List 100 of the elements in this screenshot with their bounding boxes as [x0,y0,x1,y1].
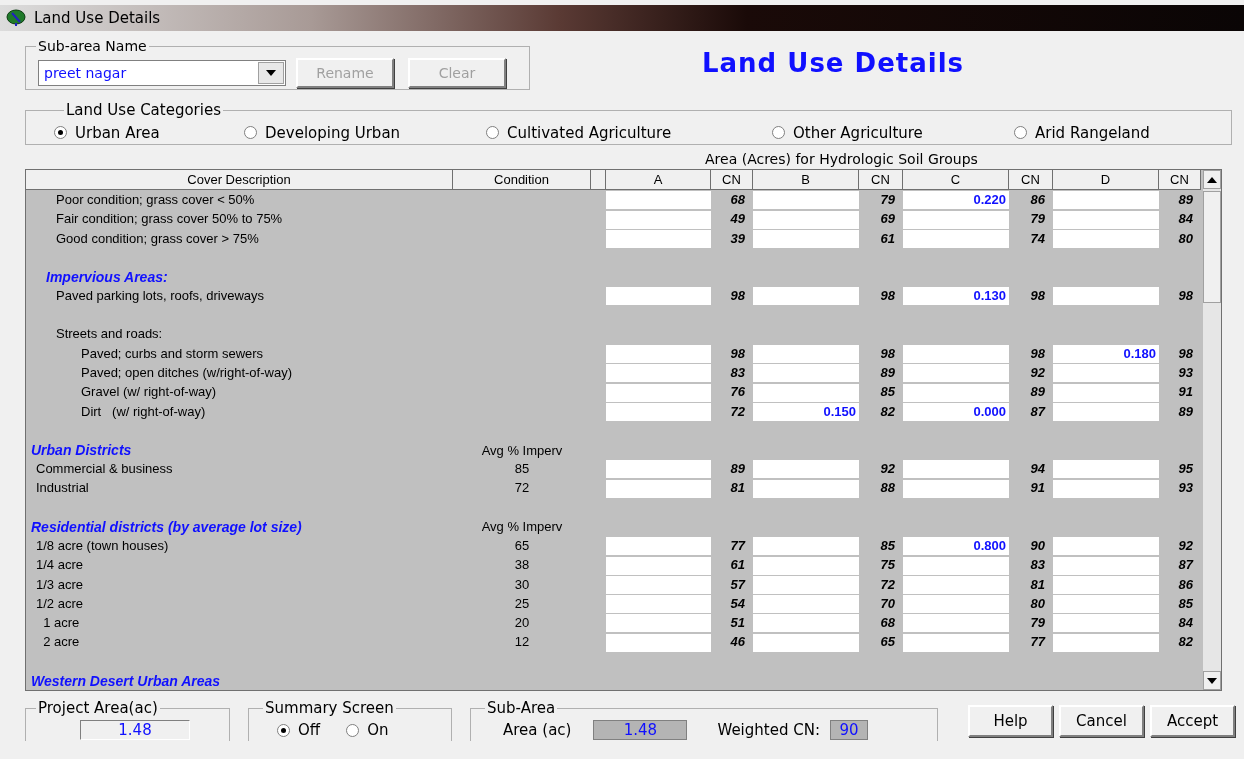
area-input[interactable] [753,287,859,306]
area-input[interactable] [606,364,711,383]
area-input[interactable] [606,595,711,614]
dialog-button[interactable]: Accept [1150,705,1235,737]
area-input[interactable] [606,210,711,229]
area-input[interactable] [606,633,711,652]
area-input[interactable]: 0.180 [1053,344,1159,363]
dialog-button[interactable]: Cancel [1059,705,1144,737]
area-input[interactable] [606,614,711,633]
cn-value: 49 [729,210,746,229]
condition-value: 72 [513,479,531,498]
radio-label[interactable]: Off [298,719,321,742]
area-input[interactable] [903,556,1009,575]
cn-value: 98 [1177,344,1194,363]
area-input[interactable]: 0.220 [903,191,1009,210]
area-input[interactable] [903,595,1009,614]
condition-value: Avg % Imperv [480,441,564,460]
radio-button[interactable] [346,723,360,737]
area-input[interactable] [903,229,1009,248]
area-input[interactable] [606,229,711,248]
area-input[interactable] [1053,595,1159,614]
area-input[interactable] [753,229,859,248]
scroll-down-icon[interactable] [1203,671,1221,690]
radio-button[interactable] [772,126,785,140]
scroll-up-icon[interactable] [1203,170,1221,189]
radio-label[interactable]: Cultivated Agriculture [507,121,672,144]
area-input[interactable] [1053,402,1159,421]
area-input[interactable] [1053,383,1159,402]
area-input[interactable] [903,364,1009,383]
area-input[interactable] [606,575,711,594]
area-input[interactable] [1053,287,1159,306]
area-input[interactable]: 0.150 [753,402,859,421]
area-input[interactable] [753,364,859,383]
area-input[interactable] [1053,364,1159,383]
area-input[interactable] [753,537,859,556]
area-input[interactable] [753,383,859,402]
radio-button[interactable] [244,126,257,140]
area-input[interactable] [903,575,1009,594]
area-input[interactable] [606,344,711,363]
area-input[interactable] [1053,229,1159,248]
cn-value: 89 [1177,402,1194,421]
cn-value: 68 [879,614,896,633]
radio-label[interactable]: Other Agriculture [793,121,923,144]
radio-label[interactable]: Urban Area [75,121,160,144]
section-heading: Residential districts (by average lot size) [30,517,303,537]
cn-value: 98 [729,287,746,306]
area-input[interactable] [903,614,1009,633]
column-header: D [1053,170,1159,189]
area-input[interactable] [903,460,1009,479]
area-input[interactable] [753,614,859,633]
area-input[interactable] [903,633,1009,652]
area-input[interactable] [1053,191,1159,210]
scroll-thumb[interactable] [1203,191,1221,303]
area-input[interactable] [903,344,1009,363]
area-input[interactable] [1053,460,1159,479]
area-input[interactable] [606,479,711,498]
area-input[interactable] [606,460,711,479]
area-input[interactable] [753,479,859,498]
cover-description: 2 acre [42,633,81,652]
radio-label[interactable]: Developing Urban [265,121,401,144]
area-input[interactable] [606,287,711,306]
area-input[interactable] [753,633,859,652]
radio-button[interactable] [54,126,67,140]
area-input[interactable] [753,460,859,479]
area-input[interactable] [606,191,711,210]
radio-label[interactable]: On [367,719,389,742]
area-input[interactable] [1053,210,1159,229]
area-input[interactable] [903,210,1009,229]
area-input[interactable] [753,556,859,575]
area-input[interactable] [1053,633,1159,652]
cn-value: 57 [729,575,747,594]
radio-label[interactable]: Arid Rangeland [1035,121,1150,144]
area-input[interactable] [753,210,859,229]
radio-button[interactable] [277,723,290,737]
cn-value: 90 [1029,536,1046,555]
area-input[interactable] [606,537,711,556]
area-input[interactable] [1053,575,1159,594]
cn-value: 72 [879,575,896,594]
area-input[interactable] [1053,614,1159,633]
radio-button[interactable] [486,126,499,140]
area-input[interactable] [606,556,711,575]
area-input[interactable] [1053,479,1159,498]
area-input[interactable] [753,575,859,594]
area-input[interactable] [606,402,711,421]
area-input[interactable] [903,479,1009,498]
vertical-scrollbar[interactable] [1203,170,1221,690]
area-input[interactable] [1053,556,1159,575]
area-input[interactable] [606,383,711,402]
area-input[interactable]: 0.800 [903,537,1009,556]
area-input[interactable] [753,191,859,210]
radio-button[interactable] [1014,126,1027,140]
area-input[interactable]: 0.130 [903,287,1009,306]
section-heading: Urban Districts [30,440,133,460]
area-input[interactable] [903,383,1009,402]
area-input[interactable] [753,595,859,614]
area-input[interactable] [753,344,859,363]
sub-area-dropdown[interactable]: preet nagar [38,60,286,86]
area-input[interactable]: 0.000 [903,402,1009,421]
area-input[interactable] [1053,537,1159,556]
dialog-button[interactable]: Help [968,705,1053,737]
